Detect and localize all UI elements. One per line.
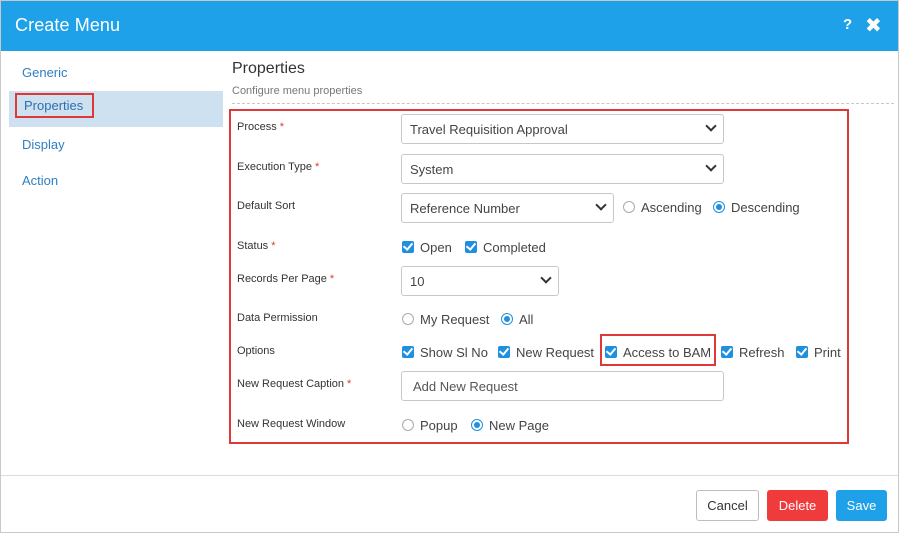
radio-icon xyxy=(402,313,414,325)
permission-all-radio[interactable]: All xyxy=(501,312,533,327)
sidebar-item-generic[interactable]: Generic xyxy=(9,55,223,91)
options-label: Options xyxy=(237,345,275,357)
permission-my-request-radio[interactable]: My Request xyxy=(402,312,489,327)
sidebar-item-label: Action xyxy=(22,173,59,188)
option-new-request-checkbox[interactable]: New Request xyxy=(498,345,594,360)
chevron-down-icon xyxy=(595,199,607,211)
sort-descending-radio[interactable]: Descending xyxy=(713,200,800,215)
dialog-title: Create Menu xyxy=(15,15,121,35)
records-per-page-select[interactable]: 10 xyxy=(401,266,559,296)
cancel-button[interactable]: Cancel xyxy=(696,490,759,521)
radio-selected-icon xyxy=(713,201,725,213)
execution-type-select[interactable]: System xyxy=(401,154,724,184)
records-per-page-label: Records Per Page * xyxy=(237,273,335,285)
data-permission-label: Data Permission xyxy=(237,312,318,324)
status-completed-checkbox[interactable]: Completed xyxy=(465,240,546,255)
sidebar-item-properties[interactable]: Properties xyxy=(9,91,223,127)
sort-ascending-radio[interactable]: Ascending xyxy=(623,200,702,215)
option-access-to-bam-checkbox[interactable]: Access to BAM xyxy=(605,345,711,360)
section-title: Properties xyxy=(232,60,305,77)
option-show-sl-no-checkbox[interactable]: Show Sl No xyxy=(402,345,488,360)
new-request-window-label: New Request Window xyxy=(237,418,346,430)
sidebar-item-label: Generic xyxy=(22,65,68,80)
create-menu-dialog: Create Menu ? ✖ Generic Properties Displ… xyxy=(0,0,899,533)
radio-icon xyxy=(402,419,414,431)
footer-divider xyxy=(1,475,898,476)
sidebar-item-label: Properties xyxy=(24,98,84,113)
chevron-down-icon xyxy=(705,120,717,132)
sidebar-item-label: Display xyxy=(22,137,65,152)
section-subtitle: Configure menu properties xyxy=(232,85,363,97)
window-popup-radio[interactable]: Popup xyxy=(402,418,458,433)
radio-selected-icon xyxy=(501,313,513,325)
divider xyxy=(232,103,894,104)
checkbox-checked-icon xyxy=(605,346,617,358)
process-label: Process * xyxy=(237,121,285,133)
status-open-checkbox[interactable]: Open xyxy=(402,240,452,255)
checkbox-checked-icon xyxy=(465,241,477,253)
default-sort-select[interactable]: Reference Number xyxy=(401,193,614,223)
chevron-down-icon xyxy=(540,272,552,284)
help-icon[interactable]: ? xyxy=(843,16,852,33)
sidebar-item-action[interactable]: Action xyxy=(9,163,223,199)
checkbox-checked-icon xyxy=(402,241,414,253)
default-sort-label: Default Sort xyxy=(237,200,296,212)
option-print-checkbox[interactable]: Print xyxy=(796,345,841,360)
close-icon[interactable]: ✖ xyxy=(865,13,882,38)
execution-type-label: Execution Type * xyxy=(237,161,320,173)
sidebar-item-display[interactable]: Display xyxy=(9,127,223,163)
process-select[interactable]: Travel Requisition Approval xyxy=(401,114,724,144)
new-request-caption-input[interactable]: Add New Request xyxy=(401,371,724,401)
status-label: Status * xyxy=(237,240,276,252)
option-refresh-checkbox[interactable]: Refresh xyxy=(721,345,785,360)
delete-button[interactable]: Delete xyxy=(767,490,828,521)
window-new-page-radio[interactable]: New Page xyxy=(471,418,549,433)
radio-selected-icon xyxy=(471,419,483,431)
radio-icon xyxy=(623,201,635,213)
checkbox-checked-icon xyxy=(796,346,808,358)
checkbox-checked-icon xyxy=(498,346,510,358)
dialog-titlebar: Create Menu ? ✖ xyxy=(1,1,898,51)
checkbox-checked-icon xyxy=(402,346,414,358)
save-button[interactable]: Save xyxy=(836,490,887,521)
checkbox-checked-icon xyxy=(721,346,733,358)
new-request-caption-label: New Request Caption * xyxy=(237,378,352,390)
chevron-down-icon xyxy=(705,160,717,172)
